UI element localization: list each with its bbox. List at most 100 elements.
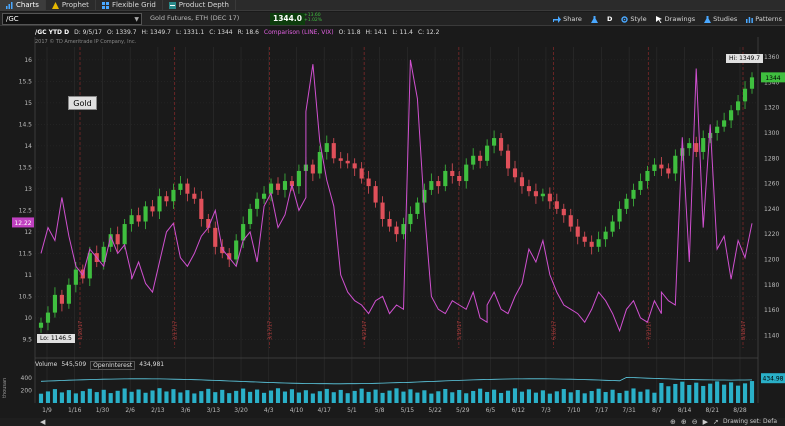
volume-bar	[429, 393, 434, 403]
candle-body	[115, 234, 120, 245]
pointer-icon[interactable]: ➚	[713, 418, 719, 426]
scroll-left-icon[interactable]: ◀	[40, 418, 45, 426]
volume-bar	[345, 393, 350, 403]
zoom-out-icon[interactable]: ⊖	[692, 418, 698, 426]
x-tick-label: 2/6	[125, 407, 135, 414]
candle-body	[143, 206, 148, 222]
candle-body	[735, 101, 741, 111]
candle-body	[401, 224, 406, 235]
volume-bar	[380, 392, 385, 403]
candle-body	[492, 138, 497, 146]
volume-bar	[164, 391, 169, 403]
left-axis-tick: 10	[24, 315, 32, 322]
drawing-set-label: Drawing set: Defa	[723, 418, 778, 425]
candle-body	[359, 168, 364, 179]
bar-high: H: 1349.7	[141, 29, 171, 36]
volume-bar	[422, 390, 427, 403]
chart-info-row: /GC YTD D D: 9/5/17 O: 1339.7 H: 1349.7 …	[35, 28, 439, 37]
candle-body	[136, 215, 141, 222]
candle-body	[610, 221, 615, 232]
candle-body	[324, 143, 329, 152]
volume-bar	[603, 392, 608, 403]
right-axis-tick: 1240	[764, 206, 779, 213]
x-tick-label: 1/30	[96, 407, 110, 414]
x-tick-label: 3/6	[181, 407, 191, 414]
x-tick-label: 8/21	[706, 407, 720, 414]
candle-body	[380, 202, 385, 219]
volume-bar	[715, 381, 720, 403]
x-tick-label: 7/31	[622, 407, 636, 414]
volume-bar	[101, 389, 106, 403]
volume-bar	[617, 393, 622, 403]
right-axis-tick: 1320	[764, 105, 779, 112]
crosshair-icon[interactable]: ⊕	[681, 418, 687, 426]
volume-bar	[512, 388, 518, 403]
volume-bar	[443, 388, 448, 403]
volume-bar	[568, 392, 573, 403]
x-tick-label: 7/3	[541, 407, 551, 414]
volume-bar	[547, 393, 552, 403]
candle-body	[701, 138, 706, 152]
volume-bar	[561, 389, 566, 403]
volume-bar	[540, 390, 545, 403]
volume-bar	[519, 391, 525, 403]
expiry-marker-label: 1/20/17	[78, 321, 84, 340]
left-axis-tick: 15.5	[19, 78, 33, 85]
x-tick-label: 5/22	[428, 407, 442, 414]
candle-body	[519, 177, 525, 187]
volume-bar	[122, 388, 127, 403]
volume-bar	[450, 392, 455, 403]
volume-bar	[143, 392, 148, 403]
volume-bar	[575, 390, 580, 403]
volume-bar	[213, 392, 218, 403]
left-axis-tick: 10.5	[19, 293, 33, 300]
low-bubble: Lo: 1146.5	[37, 334, 75, 343]
volume-bar	[66, 390, 71, 403]
volume-bar	[178, 392, 183, 403]
scroll-right-icon[interactable]: ▶	[703, 418, 708, 426]
x-tick-label: 5/8	[375, 407, 385, 414]
candle-body	[338, 158, 343, 161]
right-axis-tick: 1160	[764, 307, 779, 314]
zoom-in-icon[interactable]: ⊕	[670, 418, 676, 426]
volume-bar	[157, 388, 162, 403]
candle-body	[485, 145, 490, 161]
candle-body	[464, 164, 469, 182]
volume-bar	[94, 392, 99, 403]
candle-body	[645, 170, 650, 182]
candle-body	[729, 110, 734, 121]
volume-axis-tick: 400	[21, 375, 33, 382]
candle-body	[345, 160, 350, 164]
volume-bar	[241, 388, 246, 403]
open-interest-value: 434,981	[139, 361, 165, 368]
candle-body	[652, 164, 657, 171]
candle-body	[199, 198, 204, 219]
candle-body	[408, 213, 413, 225]
candle-body	[450, 170, 455, 176]
volume-bar	[708, 383, 713, 403]
volume-bar	[582, 393, 587, 403]
gold-annotation[interactable]: Gold	[68, 96, 97, 110]
candle-body	[722, 120, 727, 127]
volume-bar	[310, 393, 315, 403]
comparison-low: L: 11.4	[392, 29, 413, 36]
candle-body	[366, 178, 371, 187]
left-axis-tick: 12.5	[19, 207, 33, 214]
right-axis-tick: 1180	[764, 282, 779, 289]
open-interest-label: OpenInterest	[90, 361, 136, 370]
volume-bar	[457, 389, 462, 403]
volume-bar	[401, 391, 406, 403]
candle-body	[540, 193, 545, 197]
volume-bar	[275, 388, 281, 403]
expiry-marker-label: 5/19/17	[457, 321, 463, 340]
candle-body	[596, 239, 601, 247]
copyright-notice: 2017 © TD Ameritrade IP Company, Inc.	[35, 39, 137, 45]
candle-body	[694, 143, 699, 152]
candle-body	[234, 240, 239, 260]
volume-bar	[38, 393, 44, 403]
candle-body	[624, 198, 629, 209]
left-bottom-icons: ◀	[40, 418, 45, 426]
x-tick-label: 5/29	[456, 407, 470, 414]
volume-bar	[206, 388, 211, 403]
volume-bar	[331, 392, 336, 403]
